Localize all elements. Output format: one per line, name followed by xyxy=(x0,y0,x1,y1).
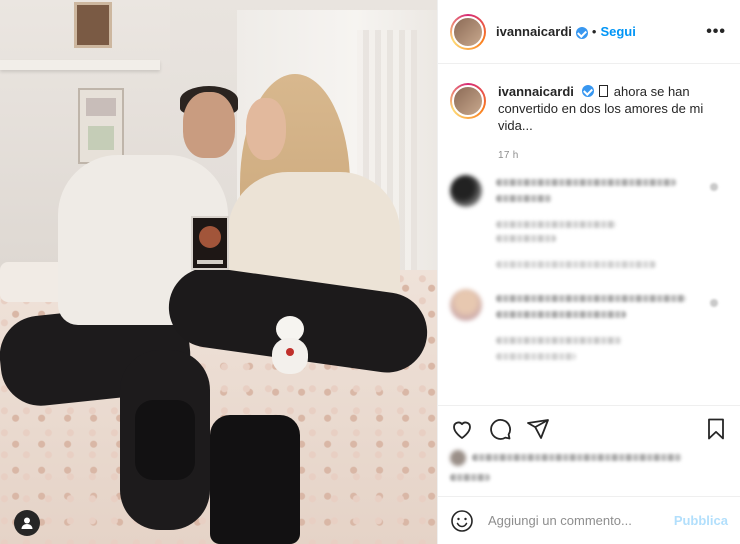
comment-meta xyxy=(496,337,622,344)
photo-ultrasound-card xyxy=(191,216,229,270)
follow-button[interactable]: Segui xyxy=(600,24,635,39)
header-avatar[interactable] xyxy=(450,13,486,50)
comments-list[interactable]: ivannaicardi ahora se han convertido en … xyxy=(438,65,740,405)
caption-text-block: ivannaicardi ahora se han convertido en … xyxy=(498,83,708,134)
caption-avatar[interactable] xyxy=(450,83,486,119)
heart-icon[interactable] xyxy=(450,417,474,441)
comment-meta xyxy=(496,235,556,242)
comment-input[interactable] xyxy=(488,513,658,528)
missing-emoji-glyph xyxy=(599,85,609,97)
photo-teddy-bear xyxy=(268,316,312,380)
comment-text xyxy=(496,295,686,302)
comment-text xyxy=(496,195,552,202)
more-options-icon[interactable]: ••• xyxy=(706,23,726,41)
likes-text xyxy=(472,454,682,461)
comment-avatar xyxy=(450,175,482,207)
comment-meta xyxy=(496,221,616,228)
bookmark-icon[interactable] xyxy=(704,417,728,441)
photo-frame xyxy=(74,2,112,48)
comment-text xyxy=(496,311,626,318)
photo-man-head xyxy=(183,92,235,158)
post-side-panel: ivannaicardi • Segui ••• ivannaicardi ah… xyxy=(437,0,740,544)
add-comment-bar: Pubblica xyxy=(438,496,740,544)
header-separator: • xyxy=(591,24,597,39)
user-tag-icon[interactable] xyxy=(14,510,40,536)
paper-plane-icon[interactable] xyxy=(526,417,550,441)
comment-item-blurred xyxy=(450,289,740,399)
post-time: 17 h xyxy=(498,150,519,161)
comment-bubble-icon[interactable] xyxy=(488,417,512,441)
post-header: ivannaicardi • Segui ••• xyxy=(438,0,740,64)
heart-icon[interactable] xyxy=(710,299,718,307)
caption: ivannaicardi ahora se han convertido en … xyxy=(438,65,740,134)
photo-boot xyxy=(210,415,300,544)
comment-text xyxy=(496,179,676,186)
view-replies[interactable] xyxy=(496,261,656,268)
photo-boot xyxy=(135,400,195,480)
verified-badge-icon xyxy=(581,85,594,97)
caption-username[interactable]: ivannaicardi xyxy=(498,84,574,99)
publish-button[interactable]: Pubblica xyxy=(674,513,728,528)
smiley-icon[interactable] xyxy=(450,509,474,533)
photo-woman-face xyxy=(246,98,286,160)
comment-avatar xyxy=(450,289,482,321)
bear-heart xyxy=(286,348,294,356)
comment-meta xyxy=(496,353,576,360)
post-actions-bar xyxy=(438,405,740,451)
heart-icon[interactable] xyxy=(710,183,718,191)
verified-badge-icon xyxy=(575,26,588,39)
header-username[interactable]: ivannaicardi xyxy=(496,24,572,39)
photo-shelf xyxy=(0,60,160,70)
photo-wall-board xyxy=(78,88,124,164)
likes-avatar xyxy=(450,450,466,466)
post-photo[interactable] xyxy=(0,0,437,544)
comment-item-blurred xyxy=(450,175,740,285)
likes-text xyxy=(450,474,490,481)
likes-summary-blurred[interactable] xyxy=(450,448,730,488)
bear-body xyxy=(272,338,308,374)
